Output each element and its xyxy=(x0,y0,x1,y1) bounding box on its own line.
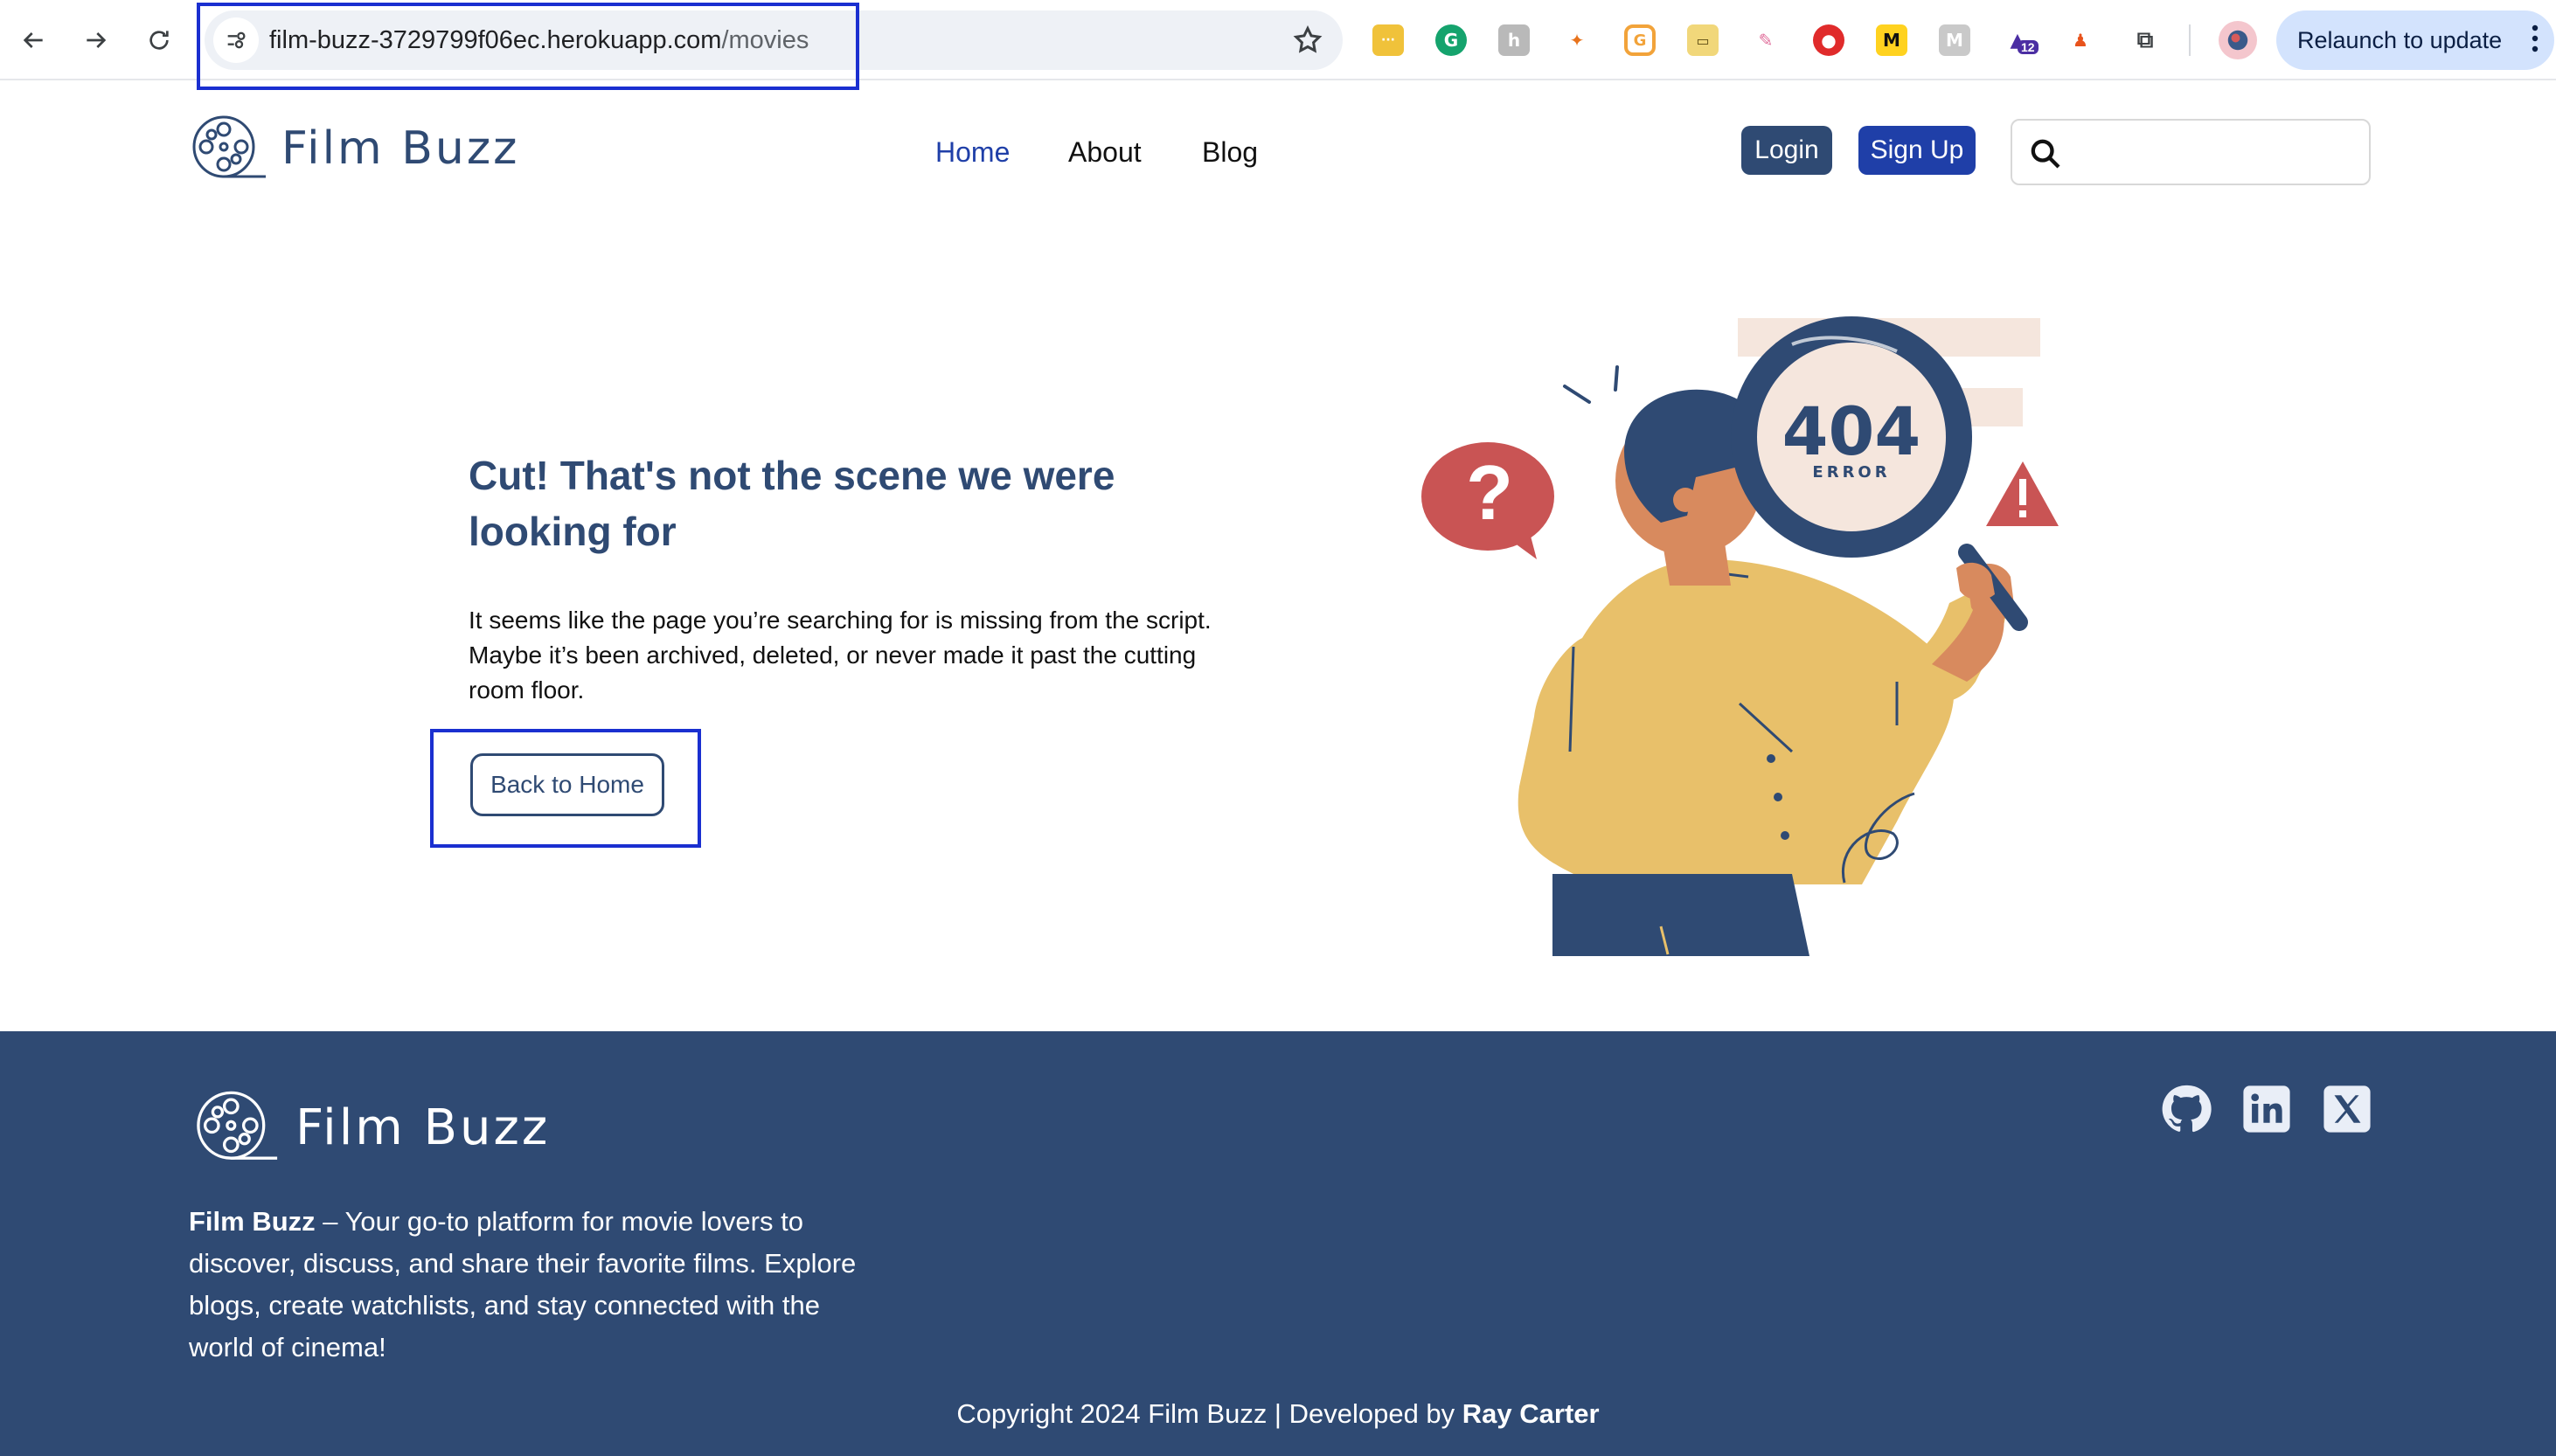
reload-icon[interactable] xyxy=(138,19,180,61)
linkedin-icon[interactable] xyxy=(2240,1082,2294,1136)
miro-icon[interactable]: M xyxy=(1876,24,1907,56)
copyright-prefix: Copyright 2024 Film Buzz | Developed by xyxy=(956,1398,1462,1429)
grammarly-icon[interactable]: G xyxy=(1435,24,1467,56)
warning-triangle-icon xyxy=(1986,461,2059,526)
github-icon[interactable] xyxy=(2159,1082,2213,1136)
url-text[interactable]: film-buzz-3729799f06ec.herokuapp.com/mov… xyxy=(269,26,809,55)
site-info-icon[interactable] xyxy=(213,17,259,63)
nav-blog[interactable]: Blog xyxy=(1202,136,1258,169)
error-description: It seems like the page you’re searching … xyxy=(469,607,1212,704)
copyright-text: Copyright 2024 Film Buzz | Developed by … xyxy=(0,1398,2556,1430)
question-bubble-icon: ? xyxy=(1421,442,1554,559)
address-bar[interactable]: film-buzz-3729799f06ec.herokuapp.com/mov… xyxy=(205,10,1343,70)
extension-m-icon[interactable]: M xyxy=(1939,24,1970,56)
extension-g-icon[interactable]: G xyxy=(1624,24,1656,56)
footer-blurb: Film Buzz – Your go-to platform for movi… xyxy=(189,1201,871,1369)
site-logo[interactable]: Film Buzz xyxy=(191,114,519,184)
signup-button[interactable]: Sign Up xyxy=(1858,126,1976,175)
back-to-home-button[interactable]: Back to Home xyxy=(470,753,664,816)
site-header: Film Buzz Home About Blog Login Sign Up xyxy=(0,82,2556,222)
extension-fire-icon[interactable]: ✦ xyxy=(1561,24,1593,56)
url-path: /movies xyxy=(721,26,809,54)
forward-arrow-icon[interactable] xyxy=(75,19,117,61)
error-caption: ERROR xyxy=(1812,463,1890,482)
error-heading: Cut! That's not the scene we were lookin… xyxy=(469,453,1115,554)
nav-home[interactable]: Home xyxy=(935,136,1010,169)
login-button[interactable]: Login xyxy=(1741,126,1832,175)
nav-about[interactable]: About xyxy=(1068,136,1142,169)
extension-badge: 12 xyxy=(2018,40,2039,54)
film-reel-icon xyxy=(192,115,266,178)
logo-text: Film Buzz xyxy=(281,122,520,175)
svg-text:?: ? xyxy=(1466,449,1513,536)
back-arrow-icon[interactable] xyxy=(12,19,54,61)
extension-figure-icon[interactable]: ♟ xyxy=(2065,24,2096,56)
extensions-puzzle-icon[interactable]: ⧉ xyxy=(2129,24,2161,56)
x-icon[interactable] xyxy=(2320,1082,2374,1136)
profile-avatar-icon[interactable] xyxy=(2219,21,2257,59)
extension-pen-icon[interactable]: ✎ xyxy=(1750,24,1782,56)
bookmark-star-icon[interactable] xyxy=(1292,24,1323,56)
footer-logo-text: Film Buzz xyxy=(295,1099,551,1156)
extension-h-icon[interactable]: h xyxy=(1498,24,1530,56)
film-reel-icon xyxy=(197,1091,278,1160)
extension-graduation-icon[interactable]: ▲ 12 xyxy=(2002,24,2039,56)
copyright-author: Ray Carter xyxy=(1462,1398,1600,1429)
social-links xyxy=(2159,1082,2374,1136)
extension-notes-icon[interactable]: ··· xyxy=(1372,24,1404,56)
more-vertical-icon[interactable] xyxy=(2532,24,2539,52)
search-icon xyxy=(2031,139,2060,169)
url-host: film-buzz-3729799f06ec.herokuapp.com xyxy=(269,26,722,54)
relaunch-label: Relaunch to update xyxy=(2297,26,2503,53)
toolbar-divider xyxy=(2189,24,2191,56)
404-code: 404 xyxy=(1782,392,1921,470)
footer-blurb-brand: Film Buzz xyxy=(189,1206,316,1237)
extension-shield-icon[interactable]: ● xyxy=(1813,24,1844,56)
search-input[interactable] xyxy=(2011,119,2371,185)
404-illustration: ? 404 ERROR xyxy=(1421,316,2059,956)
extension-card-icon[interactable]: ▭ xyxy=(1687,24,1719,56)
browser-toolbar: film-buzz-3729799f06ec.herokuapp.com/mov… xyxy=(0,0,2556,90)
footer-logo[interactable]: Film Buzz xyxy=(194,1089,550,1166)
relaunch-button[interactable]: Relaunch to update xyxy=(2276,10,2554,70)
site-footer: Film Buzz Film Buzz – Your go-to platfor… xyxy=(0,1031,2556,1456)
